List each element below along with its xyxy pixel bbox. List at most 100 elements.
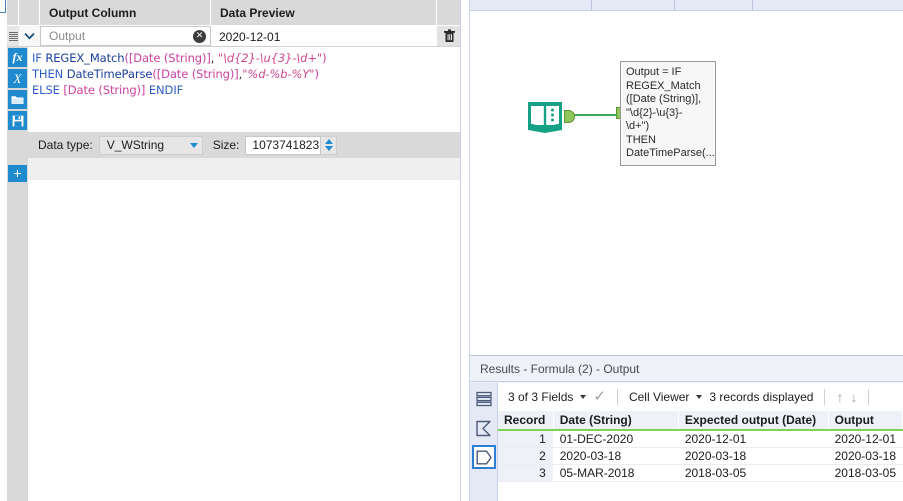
workflow-canvas[interactable]: Output = IF REGEX_Match ([Date (String)]… (470, 11, 903, 355)
results-body: 3 of 3 Fields ✓ Cell Viewer 3 records di… (470, 383, 903, 501)
size-value: 1073741823 (252, 138, 320, 152)
header-grip-spacer (7, 0, 19, 26)
canvas-tab-1[interactable] (470, 0, 592, 10)
chevron-down-icon (189, 142, 198, 148)
chevron-down-icon[interactable] (19, 26, 40, 46)
table-row[interactable]: 2 2020-03-18 2020-03-18 2020-03-18 (498, 447, 903, 465)
trash-icon[interactable] (437, 26, 461, 46)
cell-record: 3 (498, 464, 554, 482)
output-column-input[interactable]: Output ✕ (40, 26, 211, 46)
fields-count-label[interactable]: 3 of 3 Fields (508, 390, 573, 404)
cell-expected-output: 2020-03-18 (678, 447, 829, 465)
results-toolbar: 3 of 3 Fields ✓ Cell Viewer 3 records di… (498, 383, 903, 411)
results-data-grid[interactable]: Record Date (String) Expected output (Da… (498, 411, 903, 501)
add-formula-button[interactable]: + (8, 165, 27, 182)
stepper-down-icon[interactable] (324, 146, 333, 151)
viewer-chevron-down-icon[interactable] (696, 394, 703, 399)
cell-date-string: 05-MAR-2018 (553, 464, 679, 482)
panel-corner-marker (0, 0, 6, 13)
cell-viewer-label[interactable]: Cell Viewer (629, 390, 689, 404)
size-stepper[interactable] (321, 135, 338, 155)
cell-output: 2018-03-05 (828, 464, 903, 482)
formula-expression-editor[interactable]: IF REGEX_Match([Date (String)], "\d{2}-\… (28, 47, 461, 124)
clear-circle-icon[interactable]: ✕ (193, 29, 206, 43)
table-row[interactable]: 1 01-DEC-2020 2020-12-01 2020-12-01 (498, 430, 903, 448)
formula-l2-field: [Date (String)] (156, 67, 239, 81)
column-header-record[interactable]: Record (498, 411, 554, 431)
size-label: Size: (212, 138, 240, 152)
column-header-expected-output[interactable]: Expected output (Date) (678, 411, 829, 431)
arrow-down-icon[interactable]: ↓ (850, 390, 857, 404)
header-caret-spacer (19, 0, 40, 26)
toolbar-divider-3 (868, 388, 870, 405)
header-data-preview: Data Preview (211, 0, 437, 26)
variable-x-icon[interactable]: X (8, 69, 27, 88)
check-icon[interactable]: ✓ (593, 389, 606, 404)
table-row[interactable]: 3 05-MAR-2018 2018-03-05 2018-03-05 (498, 464, 903, 482)
formula-l3-keyword: ELSE (32, 83, 60, 97)
results-main: 3 of 3 Fields ✓ Cell Viewer 3 records di… (498, 383, 903, 501)
toolbar-divider-1 (616, 388, 618, 405)
cell-date-string: 2020-03-18 (553, 447, 679, 465)
formula-l2-keyword: THEN (32, 67, 64, 81)
formula-l1-close: ) (322, 51, 327, 65)
cell-expected-output: 2018-03-05 (678, 464, 829, 482)
formula-l3-field: [Date (String)] (63, 83, 146, 97)
output-port-input-node[interactable] (564, 110, 575, 123)
formula-line-2: THEN DateTimeParse([Date (String)],"%d-%… (32, 66, 461, 82)
header-output-column: Output Column (40, 0, 211, 26)
config-separator-strip (28, 158, 461, 180)
formula-config-panel: Output Column Data Preview Output ✕ 2020… (0, 0, 470, 501)
header-actions-spacer (437, 0, 461, 26)
canvas-tab-strip[interactable] (470, 0, 903, 11)
fields-chevron-down-icon[interactable] (580, 394, 587, 399)
output-column-row: Output ✕ 2020-12-01 (7, 26, 461, 47)
results-table: Record Date (String) Expected output (Da… (498, 411, 903, 482)
drag-handle-icon[interactable] (7, 26, 19, 46)
data-type-label: Data type: (38, 138, 93, 152)
canvas-tab-2[interactable] (592, 0, 675, 10)
formula-l2-string: "%d-%b-%Y" (242, 67, 315, 81)
formula-line-3: ELSE [Date (String)] ENDIF (32, 82, 461, 98)
config-right-gutter (460, 0, 469, 501)
formula-l3-endif: ENDIF (148, 83, 184, 97)
formula-l1-keyword: IF (32, 51, 42, 65)
formula-tool-rail: fx X + (7, 47, 28, 501)
formula-l1-comma: , (210, 51, 218, 65)
data-type-value: V_WString (106, 138, 165, 152)
data-shape-icon[interactable] (471, 445, 496, 469)
folder-icon[interactable] (8, 90, 27, 109)
text-input-book-icon (528, 102, 562, 133)
toolbar-divider-2 (824, 388, 826, 405)
column-header-date-string[interactable]: Date (String) (553, 411, 679, 431)
canvas-tab-3[interactable] (675, 0, 753, 10)
function-fx-icon[interactable]: fx (8, 48, 27, 67)
cell-record: 2 (498, 447, 554, 465)
sigma-icon[interactable] (472, 416, 496, 440)
config-empty-body (28, 180, 461, 501)
workspace-right: Output = IF REGEX_Match ([Date (String)]… (470, 0, 903, 501)
data-preview-value: 2020-12-01 (211, 26, 437, 46)
formula-l1-function: REGEX_Match (45, 51, 125, 65)
formula-l2-close: ) (314, 67, 319, 81)
workflow-node-text-input[interactable] (526, 99, 575, 136)
formula-node-annotation: Output = IF REGEX_Match ([Date (String)]… (620, 61, 716, 166)
results-title: Results - Formula (2) - Output (470, 356, 903, 382)
save-disk-icon[interactable] (8, 111, 27, 130)
formula-l2-function: DateTimeParse (66, 67, 153, 81)
arrow-up-icon[interactable]: ↑ (836, 390, 843, 404)
cell-output: 2020-03-18 (828, 447, 903, 465)
stepper-up-icon[interactable] (324, 139, 333, 144)
records-displayed-label: 3 records displayed (709, 389, 814, 404)
canvas-tab-rest[interactable] (753, 0, 903, 10)
list-stack-icon[interactable] (472, 387, 496, 411)
column-header-output[interactable]: Output (828, 411, 903, 431)
output-column-value: Output (49, 29, 86, 43)
formula-l1-field: [Date (String)] (128, 51, 211, 65)
data-type-select[interactable]: V_WString (98, 135, 203, 155)
table-header-row: Record Date (String) Expected output (Da… (498, 411, 903, 431)
cell-expected-output: 2020-12-01 (678, 430, 829, 448)
size-input[interactable]: 1073741823 (245, 135, 322, 155)
results-panel: Results - Formula (2) - Output 3 of 3 Fi… (470, 355, 903, 501)
results-side-rail (470, 383, 498, 501)
